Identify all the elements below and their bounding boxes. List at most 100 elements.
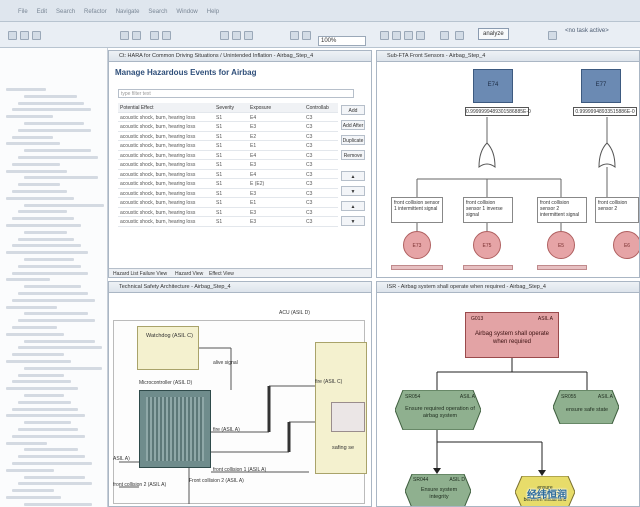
fta-basic-event-1[interactable]: front collision sensor 1 intermittent si…: [391, 197, 443, 223]
line-icon[interactable]: [244, 31, 253, 40]
table-row[interactable]: acoustic shock, burn, hearing loss S1 E3 C3: [118, 122, 338, 132]
fta-circle-e6[interactable]: E6: [613, 231, 639, 259]
move-top-icon[interactable]: ▲: [341, 201, 365, 211]
tree-item[interactable]: [12, 135, 53, 139]
tree-item[interactable]: [12, 380, 71, 384]
column-header[interactable]: Potential Effect: [120, 105, 214, 111]
tree-item[interactable]: [18, 210, 67, 214]
task-indicator[interactable]: <no task active>: [565, 28, 609, 34]
add-button[interactable]: Add: [341, 105, 365, 115]
tab-hazard-list[interactable]: Hazard List Failure View: [113, 271, 167, 277]
fta-basic-event-2[interactable]: front collision sensor 1 inverse signal: [463, 197, 513, 223]
table-row[interactable]: acoustic shock, burn, hearing loss S1 E (E…: [118, 179, 338, 189]
tree-item[interactable]: [18, 319, 95, 323]
check-icon[interactable]: [455, 31, 464, 40]
zoom-in-icon[interactable]: [290, 31, 299, 40]
tree-item[interactable]: [24, 312, 88, 316]
save-icon[interactable]: [20, 31, 29, 40]
menu-item[interactable]: Edit: [37, 9, 47, 15]
tree-item[interactable]: [18, 373, 64, 377]
remove-button[interactable]: Remove: [341, 150, 365, 160]
magic-icon[interactable]: [416, 31, 425, 40]
tree-item[interactable]: [12, 434, 85, 438]
move-bottom-icon[interactable]: ▼: [341, 216, 365, 226]
fta-event-e77[interactable]: E77: [581, 69, 621, 103]
table-row[interactable]: acoustic shock, burn, hearing loss S1 E3 C3: [118, 208, 338, 217]
zoom-select[interactable]: 100%: [318, 36, 366, 46]
menu-item[interactable]: Window: [176, 9, 197, 15]
table-row[interactable]: acoustic shock, burn, hearing loss S1 E4 C3: [118, 170, 338, 179]
tree-item[interactable]: [24, 475, 85, 479]
menu-item[interactable]: Help: [207, 9, 219, 15]
tree-item[interactable]: [12, 108, 91, 112]
gsn-goal-g013[interactable]: G013 ASIL A Airbag system shall operate …: [465, 312, 559, 358]
fta-basic-event-3[interactable]: front collision sensor 2 intermittent si…: [537, 197, 587, 223]
tree-item[interactable]: [6, 251, 88, 255]
zoom-out-icon[interactable]: [302, 31, 311, 40]
tree-item[interactable]: [12, 326, 57, 329]
table-row[interactable]: acoustic shock, burn, hearing loss S1 E3 C3: [118, 189, 338, 198]
gsn-strategy-sr044[interactable]: SR044 ASIL D Ensure system integrity: [413, 476, 465, 506]
fta-circle-e73[interactable]: E73: [403, 231, 431, 259]
column-header[interactable]: Exposure: [250, 105, 304, 111]
tree-item[interactable]: [12, 217, 74, 221]
menu-item[interactable]: File: [18, 9, 28, 15]
tree-item[interactable]: [6, 441, 47, 445]
tree-item[interactable]: [6, 305, 57, 309]
tree-item[interactable]: [6, 332, 64, 336]
tree-item[interactable]: [24, 502, 92, 506]
tree-item[interactable]: [12, 298, 95, 302]
tree-item[interactable]: [18, 346, 102, 350]
tree-item[interactable]: [24, 285, 81, 289]
move-up-icon[interactable]: ▲: [341, 171, 365, 181]
gsn-strategy-sr055[interactable]: SR055 ASIL A ensure safe state: [561, 392, 613, 422]
tree-item[interactable]: [24, 203, 104, 207]
tree-item[interactable]: [18, 128, 91, 132]
tree-item[interactable]: [18, 292, 88, 295]
tree-item[interactable]: [24, 122, 84, 125]
task-icon[interactable]: [548, 31, 557, 40]
align-icon[interactable]: [220, 31, 229, 40]
tree-item[interactable]: [24, 421, 71, 425]
tree-item[interactable]: [6, 387, 78, 391]
fta-basic-event-4[interactable]: front collision sensor 2: [595, 197, 639, 223]
fta-circle-e75[interactable]: E75: [473, 231, 501, 259]
tree-item[interactable]: [6, 169, 67, 173]
redo-icon[interactable]: [132, 31, 141, 40]
tree-item[interactable]: [24, 149, 91, 153]
tree-item[interactable]: [24, 394, 64, 397]
tree-item[interactable]: [18, 101, 84, 105]
tree-item[interactable]: [12, 489, 54, 493]
tree-item[interactable]: [6, 196, 74, 200]
filter-input[interactable]: type filter text: [118, 89, 354, 98]
tree-item[interactable]: [18, 482, 92, 486]
table-row[interactable]: acoustic shock, burn, hearing loss S1 E1 C3: [118, 141, 338, 151]
tree-item[interactable]: [12, 271, 88, 275]
tree-item[interactable]: [12, 162, 60, 166]
duplicate-button[interactable]: Duplicate: [341, 135, 365, 145]
tab-hazard-view[interactable]: Hazard View: [175, 271, 203, 277]
tree-item[interactable]: [18, 400, 71, 404]
table-row[interactable]: acoustic shock, burn, hearing loss S1 E2 C3: [118, 132, 338, 141]
tree-item[interactable]: [24, 94, 77, 98]
gsn-strategy-sr054[interactable]: SR054 ASIL A Ensure required operation o…: [405, 392, 475, 430]
tree-item[interactable]: [24, 258, 74, 261]
tree-item[interactable]: [18, 183, 60, 187]
move-down-icon[interactable]: ▼: [341, 186, 365, 196]
tree-item[interactable]: [12, 353, 64, 357]
table-row[interactable]: acoustic shock, burn, hearing loss S1 E3 C3: [118, 160, 338, 170]
tree-item[interactable]: [6, 115, 53, 119]
tree-item[interactable]: [6, 360, 71, 363]
link-icon[interactable]: [392, 31, 401, 40]
tree-item[interactable]: [18, 156, 98, 159]
tree-item[interactable]: [24, 230, 67, 234]
undo-icon[interactable]: [120, 31, 129, 40]
fta-circle-e5[interactable]: E5: [547, 231, 575, 259]
column-header[interactable]: Severity: [216, 105, 248, 111]
tree-item[interactable]: [18, 237, 74, 241]
table-row[interactable]: acoustic shock, burn, hearing loss S1 E1 C3: [118, 198, 338, 208]
tree-item[interactable]: [12, 190, 67, 193]
tree-item[interactable]: [6, 88, 46, 91]
wrench-icon[interactable]: [404, 31, 413, 40]
tree-item[interactable]: [6, 414, 85, 418]
